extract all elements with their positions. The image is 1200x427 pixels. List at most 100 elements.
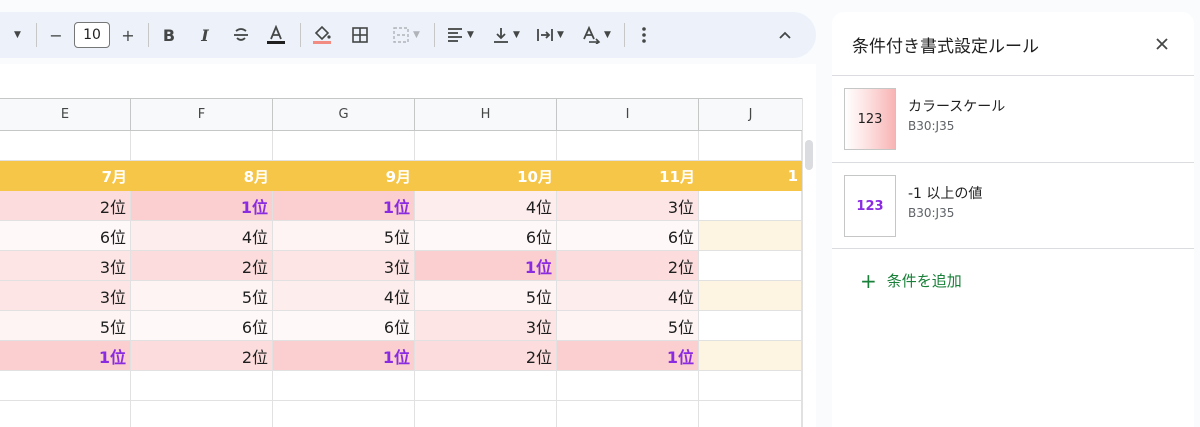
table-cell[interactable]: 6位: [0, 221, 131, 251]
align-bottom-icon: [494, 28, 509, 43]
text-rotation-button[interactable]: ▼: [576, 12, 616, 58]
table-header-cell[interactable]: 1: [699, 161, 802, 191]
table-cell[interactable]: [699, 221, 802, 251]
toolbar-divider: [434, 23, 435, 47]
toolbar-divider: [36, 23, 37, 47]
table-cell[interactable]: 5位: [273, 221, 415, 251]
italic-button[interactable]: I: [192, 12, 218, 58]
increase-font-size-button[interactable]: +: [116, 12, 140, 58]
table-cell[interactable]: [273, 371, 415, 401]
table-cell[interactable]: [131, 371, 273, 401]
table-header-cell[interactable]: 11月: [557, 161, 699, 191]
chevron-down-icon: ▼: [413, 30, 420, 40]
table-cell[interactable]: 1位: [0, 341, 131, 371]
column-header-h[interactable]: H: [415, 99, 557, 130]
merge-cells-button[interactable]: ▼: [384, 12, 428, 58]
table-cell[interactable]: 2位: [131, 341, 273, 371]
text-color-button[interactable]: [262, 12, 290, 58]
bold-button[interactable]: B: [156, 12, 182, 58]
add-condition-button[interactable]: + 条件を追加: [860, 270, 962, 291]
column-header-f[interactable]: F: [131, 99, 273, 130]
table-cell[interactable]: [131, 401, 273, 427]
table-cell[interactable]: [699, 251, 802, 281]
table-cell[interactable]: 6位: [273, 311, 415, 341]
table-cell[interactable]: 1位: [273, 341, 415, 371]
horizontal-align-button[interactable]: ▼: [440, 12, 480, 58]
table-cell[interactable]: 3位: [0, 281, 131, 311]
table-row: 2位 1位 1位 4位 3位: [0, 191, 802, 221]
strikethrough-button[interactable]: [228, 12, 254, 58]
column-header-i[interactable]: I: [557, 99, 699, 130]
plus-icon: +: [121, 25, 135, 45]
table-header-cell[interactable]: 9月: [273, 161, 415, 191]
table-cell[interactable]: 3位: [415, 311, 557, 341]
table-cell[interactable]: [0, 371, 131, 401]
table-cell[interactable]: [557, 401, 699, 427]
table-cell[interactable]: 2位: [415, 341, 557, 371]
table-cell[interactable]: [0, 401, 131, 427]
strikethrough-icon: [234, 28, 248, 41]
table-cell[interactable]: 5位: [557, 311, 699, 341]
table-cell[interactable]: [131, 131, 273, 161]
rule-item-greater-equal[interactable]: 123 -1 以上の値 B30:J35: [832, 163, 1194, 249]
column-header-j[interactable]: J: [699, 99, 802, 130]
more-options-button[interactable]: [632, 12, 656, 58]
table-cell[interactable]: [699, 191, 802, 221]
table-cell[interactable]: 4位: [131, 221, 273, 251]
table-cell[interactable]: [415, 401, 557, 427]
text-wrap-button[interactable]: ▼: [530, 12, 570, 58]
table-cell[interactable]: 3位: [273, 251, 415, 281]
table-cell[interactable]: 3位: [557, 191, 699, 221]
table-cell[interactable]: 2位: [131, 251, 273, 281]
table-cell[interactable]: [699, 341, 802, 371]
fill-color-button[interactable]: [308, 12, 336, 58]
table-cell[interactable]: 1位: [557, 341, 699, 371]
font-size-input[interactable]: 10: [74, 22, 110, 48]
table-cell[interactable]: 4位: [415, 191, 557, 221]
vertical-scrollbar-thumb[interactable]: [805, 140, 813, 170]
table-cell[interactable]: [273, 131, 415, 161]
table-cell[interactable]: [699, 131, 802, 161]
borders-button[interactable]: [346, 12, 374, 58]
table-cell[interactable]: [699, 401, 802, 427]
table-cell[interactable]: 5位: [415, 281, 557, 311]
table-cell[interactable]: 1位: [131, 191, 273, 221]
table-cell[interactable]: [699, 311, 802, 341]
table-cell[interactable]: [557, 131, 699, 161]
close-panel-button[interactable]: [1150, 32, 1174, 56]
table-cell[interactable]: 4位: [273, 281, 415, 311]
close-icon: [1156, 38, 1168, 50]
table-header-cell[interactable]: 8月: [131, 161, 273, 191]
decrease-font-size-button[interactable]: −: [44, 12, 68, 58]
collapse-toolbar-button[interactable]: [770, 12, 800, 58]
table-cell[interactable]: 4位: [557, 281, 699, 311]
table-cell[interactable]: [699, 281, 802, 311]
table-cell[interactable]: [557, 371, 699, 401]
table-cell[interactable]: 5位: [131, 281, 273, 311]
table-cell[interactable]: 5位: [0, 311, 131, 341]
table-cell[interactable]: 3位: [0, 251, 131, 281]
table-cell[interactable]: [0, 131, 131, 161]
table-cell[interactable]: 6位: [131, 311, 273, 341]
table-header-cell[interactable]: 7月: [0, 161, 131, 191]
table-cell[interactable]: [415, 371, 557, 401]
table-cell[interactable]: 2位: [0, 191, 131, 221]
chevron-down-icon: ▼: [557, 30, 564, 40]
vertical-align-button[interactable]: ▼: [486, 12, 526, 58]
table-cell[interactable]: 6位: [557, 221, 699, 251]
table-header-cell[interactable]: 10月: [415, 161, 557, 191]
rule-preview: 123: [844, 88, 896, 150]
font-dropdown-caret[interactable]: ▼: [6, 12, 26, 58]
formatting-toolbar: ▼ − 10 + B I ▼ ▼ ▼ ▼ ▼: [0, 12, 816, 58]
column-header-g[interactable]: G: [273, 99, 415, 130]
table-cell[interactable]: [415, 131, 557, 161]
table-cell[interactable]: 1位: [273, 191, 415, 221]
column-header-e[interactable]: E: [0, 99, 131, 130]
table-cell[interactable]: 6位: [415, 221, 557, 251]
table-cell[interactable]: [273, 401, 415, 427]
table-cell[interactable]: [699, 371, 802, 401]
table-cell[interactable]: 1位: [415, 251, 557, 281]
table-cell[interactable]: 2位: [557, 251, 699, 281]
rule-item-color-scale[interactable]: 123 カラースケール B30:J35: [832, 76, 1194, 162]
spreadsheet-grid: E F G H I J 7月 8月 9月 10月 11月 1 2位 1位 1位 4位 3位 6位 4位 5…: [0, 64, 816, 427]
